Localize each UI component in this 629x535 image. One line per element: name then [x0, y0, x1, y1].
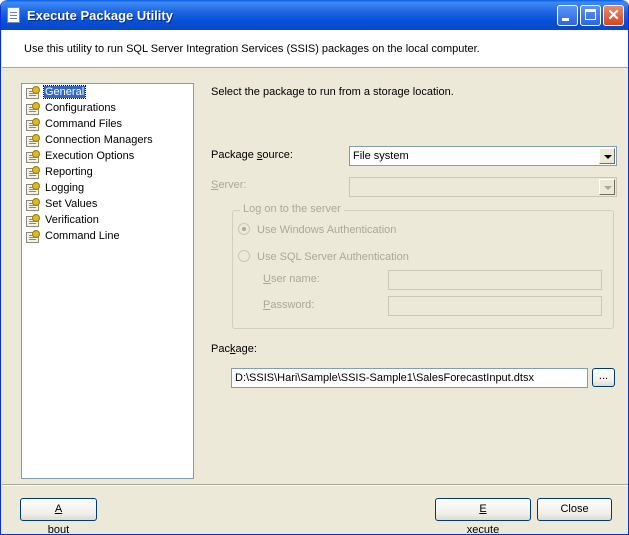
username-label: User name:: [263, 273, 320, 285]
nav-item-label: General: [42, 85, 87, 99]
page-settings-icon: [26, 134, 41, 147]
app-document-icon: [7, 7, 20, 23]
close-window-button[interactable]: ✕: [603, 5, 624, 26]
minimize-icon: [562, 18, 569, 21]
package-source-value: File system: [353, 150, 409, 162]
nav-item-label: Command Line: [45, 230, 120, 242]
nav-item-label: Verification: [45, 214, 99, 226]
window-title: Execute Package Utility: [27, 8, 173, 23]
windows-auth-label: Use Windows Authentication: [257, 224, 397, 236]
execute-package-window: Execute Package Utility ✕ Use this utili…: [0, 0, 629, 535]
nav-item-label: Execution Options: [45, 150, 135, 162]
logon-group-title: Log on to the server: [240, 203, 344, 215]
page-settings-icon: [26, 230, 41, 243]
password-label: Password:: [263, 299, 315, 311]
server-label: Server:: [211, 179, 247, 191]
page-settings-icon: [26, 166, 41, 179]
sql-auth-radio[interactable]: [238, 250, 250, 262]
page-navigation-list[interactable]: General Configurations Command Files Con…: [21, 83, 194, 479]
nav-item-label: Command Files: [45, 118, 123, 130]
execute-button[interactable]: Execute: [435, 498, 531, 534]
close-button[interactable]: Close: [537, 498, 612, 521]
nav-item-label: Set Values: [45, 198, 98, 210]
maximize-icon: [585, 9, 596, 20]
password-input[interactable]: [388, 296, 602, 316]
page-settings-icon: [26, 182, 41, 195]
package-source-dropdown[interactable]: File system: [349, 146, 617, 166]
utility-description: Use this utility to run SQL Server Integ…: [24, 43, 480, 55]
nav-item-label: Connection Managers: [45, 134, 153, 146]
maximize-button[interactable]: [580, 5, 601, 26]
sql-auth-label: Use SQL Server Authentication: [257, 251, 409, 263]
package-source-label: Package source:: [211, 149, 293, 161]
package-label: Package:: [211, 343, 257, 355]
close-icon: ✕: [607, 7, 620, 24]
browse-package-button[interactable]: ...: [592, 368, 615, 387]
server-dropdown[interactable]: [349, 177, 617, 197]
page-settings-icon: [26, 118, 41, 131]
package-path-value: D:\SSIS\Hari\Sample\SSIS-Sample1\SalesFo…: [235, 372, 534, 384]
footer-separator: [2, 484, 628, 486]
package-path-input[interactable]: D:\SSIS\Hari\Sample\SSIS-Sample1\SalesFo…: [231, 368, 588, 388]
chevron-down-icon[interactable]: [599, 179, 615, 195]
nav-item-label: Reporting: [45, 166, 93, 178]
page-settings-icon: [26, 198, 41, 211]
page-settings-icon: [26, 86, 41, 99]
chevron-down-icon[interactable]: [599, 148, 615, 164]
page-settings-icon: [26, 214, 41, 227]
about-button[interactable]: About: [20, 498, 97, 534]
page-settings-icon: [26, 150, 41, 163]
nav-item-label: Configurations: [45, 102, 116, 114]
header-panel: Use this utility to run SQL Server Integ…: [2, 30, 628, 68]
nav-item-label: Logging: [45, 182, 85, 194]
page-settings-icon: [26, 102, 41, 115]
general-instruction: Select the package to run from a storage…: [211, 86, 454, 98]
windows-auth-radio[interactable]: [238, 223, 250, 235]
username-input[interactable]: [388, 270, 602, 290]
title-bar[interactable]: Execute Package Utility ✕: [1, 0, 628, 30]
minimize-button[interactable]: [557, 5, 578, 26]
